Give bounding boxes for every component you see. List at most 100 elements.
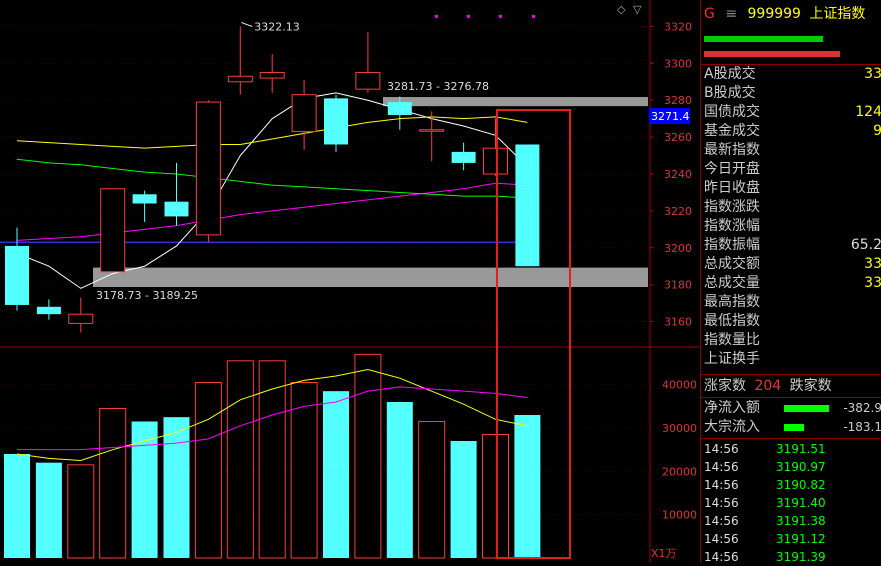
quote-row: 最低指数 [704,312,881,331]
diamond-icon[interactable]: ◇ [617,3,626,16]
flow-row: 大宗流入 -183.1 [704,418,881,437]
volume-tick-label: 10000 [662,509,697,522]
price-zone [383,97,648,107]
price-tick-label: 3160 [664,316,692,329]
quote-value: 65.2 [850,237,881,253]
quote-row: A股成交 33 [704,65,881,84]
price-tick-label: 3300 [664,57,692,70]
toolbar-marker-icon[interactable] [532,15,535,18]
quote-row: B股成交 [704,84,881,103]
tick-time: 14:56 [704,496,739,510]
flow-label: 大宗流入 [704,419,760,435]
quote-row: 指数涨跌 [704,198,881,217]
ma-line-ma60 [16,158,528,199]
candle-body[interactable] [5,245,29,305]
quote-label: 总成交额 [704,256,760,272]
quote-value: 33 [864,275,881,291]
quote-label: 基金成交 [704,123,760,139]
volume-bar[interactable] [99,408,127,559]
quote-value: 9 [873,123,881,139]
candle-body[interactable] [259,72,285,79]
candle-body[interactable] [36,306,61,315]
quote-row: 指数涨幅 [704,217,881,236]
down-label: 跌家数 [789,378,832,394]
candle-body[interactable] [227,75,253,83]
annotation-label: 3322.13 [254,21,299,34]
candle-body[interactable] [68,313,94,324]
candle-body[interactable] [483,147,508,175]
quote-row: 上证换手 [704,350,881,369]
quote-label: 昨日收盘 [704,180,760,196]
up-count: 204 [754,378,782,394]
flow-row: 净流入额 -382.9 [704,399,881,418]
candle-body[interactable] [515,144,540,267]
candle-body[interactable] [419,129,445,132]
candle-body[interactable] [387,102,412,115]
menu-icon[interactable]: ≡ [725,6,737,22]
price-tick-label: 3260 [664,131,692,144]
volume-bar[interactable] [354,353,382,559]
volume-bar[interactable] [258,360,286,559]
tick-price: 3190.82 [776,478,826,492]
volume-bar[interactable] [4,454,30,558]
candle-body[interactable] [100,188,126,273]
candle-body[interactable] [451,151,476,163]
indicator-bar [704,36,823,42]
quote-label: 最低指数 [704,313,760,329]
candle-body[interactable] [324,98,348,145]
volume-bar[interactable] [226,360,254,559]
g-label[interactable]: G [704,6,715,22]
volume-bar[interactable] [194,382,222,559]
candle-body[interactable] [164,201,189,217]
volume-bar[interactable] [482,434,509,559]
quote-row: 总成交额 33 [704,255,881,274]
candle-body[interactable] [355,72,381,90]
candle-body[interactable] [291,94,317,133]
quote-panel: G ≡ 999999 上证指数 A股成交 33 B股成交 国债成交 124 基金成交 9 最新… [700,0,881,564]
quote-label: 指数涨幅 [704,218,760,234]
toolbar-marker-icon[interactable] [435,15,438,18]
volume-bar[interactable] [418,421,446,559]
quote-row: 指数振幅 65.2 [704,236,881,255]
tick-time: 14:56 [704,532,739,546]
volume-bar[interactable] [514,415,541,558]
flow-label: 净流入额 [704,400,760,416]
triangle-down-icon[interactable]: ▽ [633,3,642,16]
volume-bar[interactable] [35,462,62,558]
volume-bar[interactable] [450,441,477,558]
price-tick-label: 3280 [664,94,692,107]
toolbar-marker-icon[interactable] [499,15,502,18]
quote-row: 指数量比 [704,331,881,350]
toolbar-marker-icon[interactable] [467,15,470,18]
quote-row: 国债成交 124 [704,103,881,122]
tick-time: 14:56 [704,478,739,492]
volume-bar[interactable] [163,417,190,558]
quote-row: 今日开盘 [704,160,881,179]
quote-label: B股成交 [704,85,756,101]
quote-value: 124 [855,104,881,120]
indicator-bar [704,51,840,57]
ma-line-ma10 [16,116,528,149]
quote-label: 指数振幅 [704,237,760,253]
volume-tick-label: 20000 [662,465,697,478]
price-tick-label: 3180 [664,279,692,292]
tick-price: 3190.97 [776,460,826,474]
quote-label: 指数涨跌 [704,199,760,215]
tick-row: 14:56 3191.38 [704,512,826,530]
quote-header: G ≡ 999999 上证指数 [704,3,865,23]
tick-price: 3191.39 [776,550,826,564]
quote-row: 总成交量 33 [704,274,881,293]
breadth-row: 涨家数 204 跌家数 [704,377,881,396]
candle-body[interactable] [132,194,157,204]
candle-body[interactable] [195,101,221,236]
quote-value: 33 [864,256,881,272]
volume-bar[interactable] [131,421,158,559]
volume-bar[interactable] [323,391,349,558]
tick-price: 3191.12 [776,532,826,546]
flow-value: -183.1 [843,420,881,434]
volume-bar[interactable] [386,402,413,558]
tick-row: 14:56 3191.40 [704,494,826,512]
volume-bar[interactable] [67,464,95,559]
tick-time: 14:56 [704,550,739,564]
flow-bar [784,424,804,431]
